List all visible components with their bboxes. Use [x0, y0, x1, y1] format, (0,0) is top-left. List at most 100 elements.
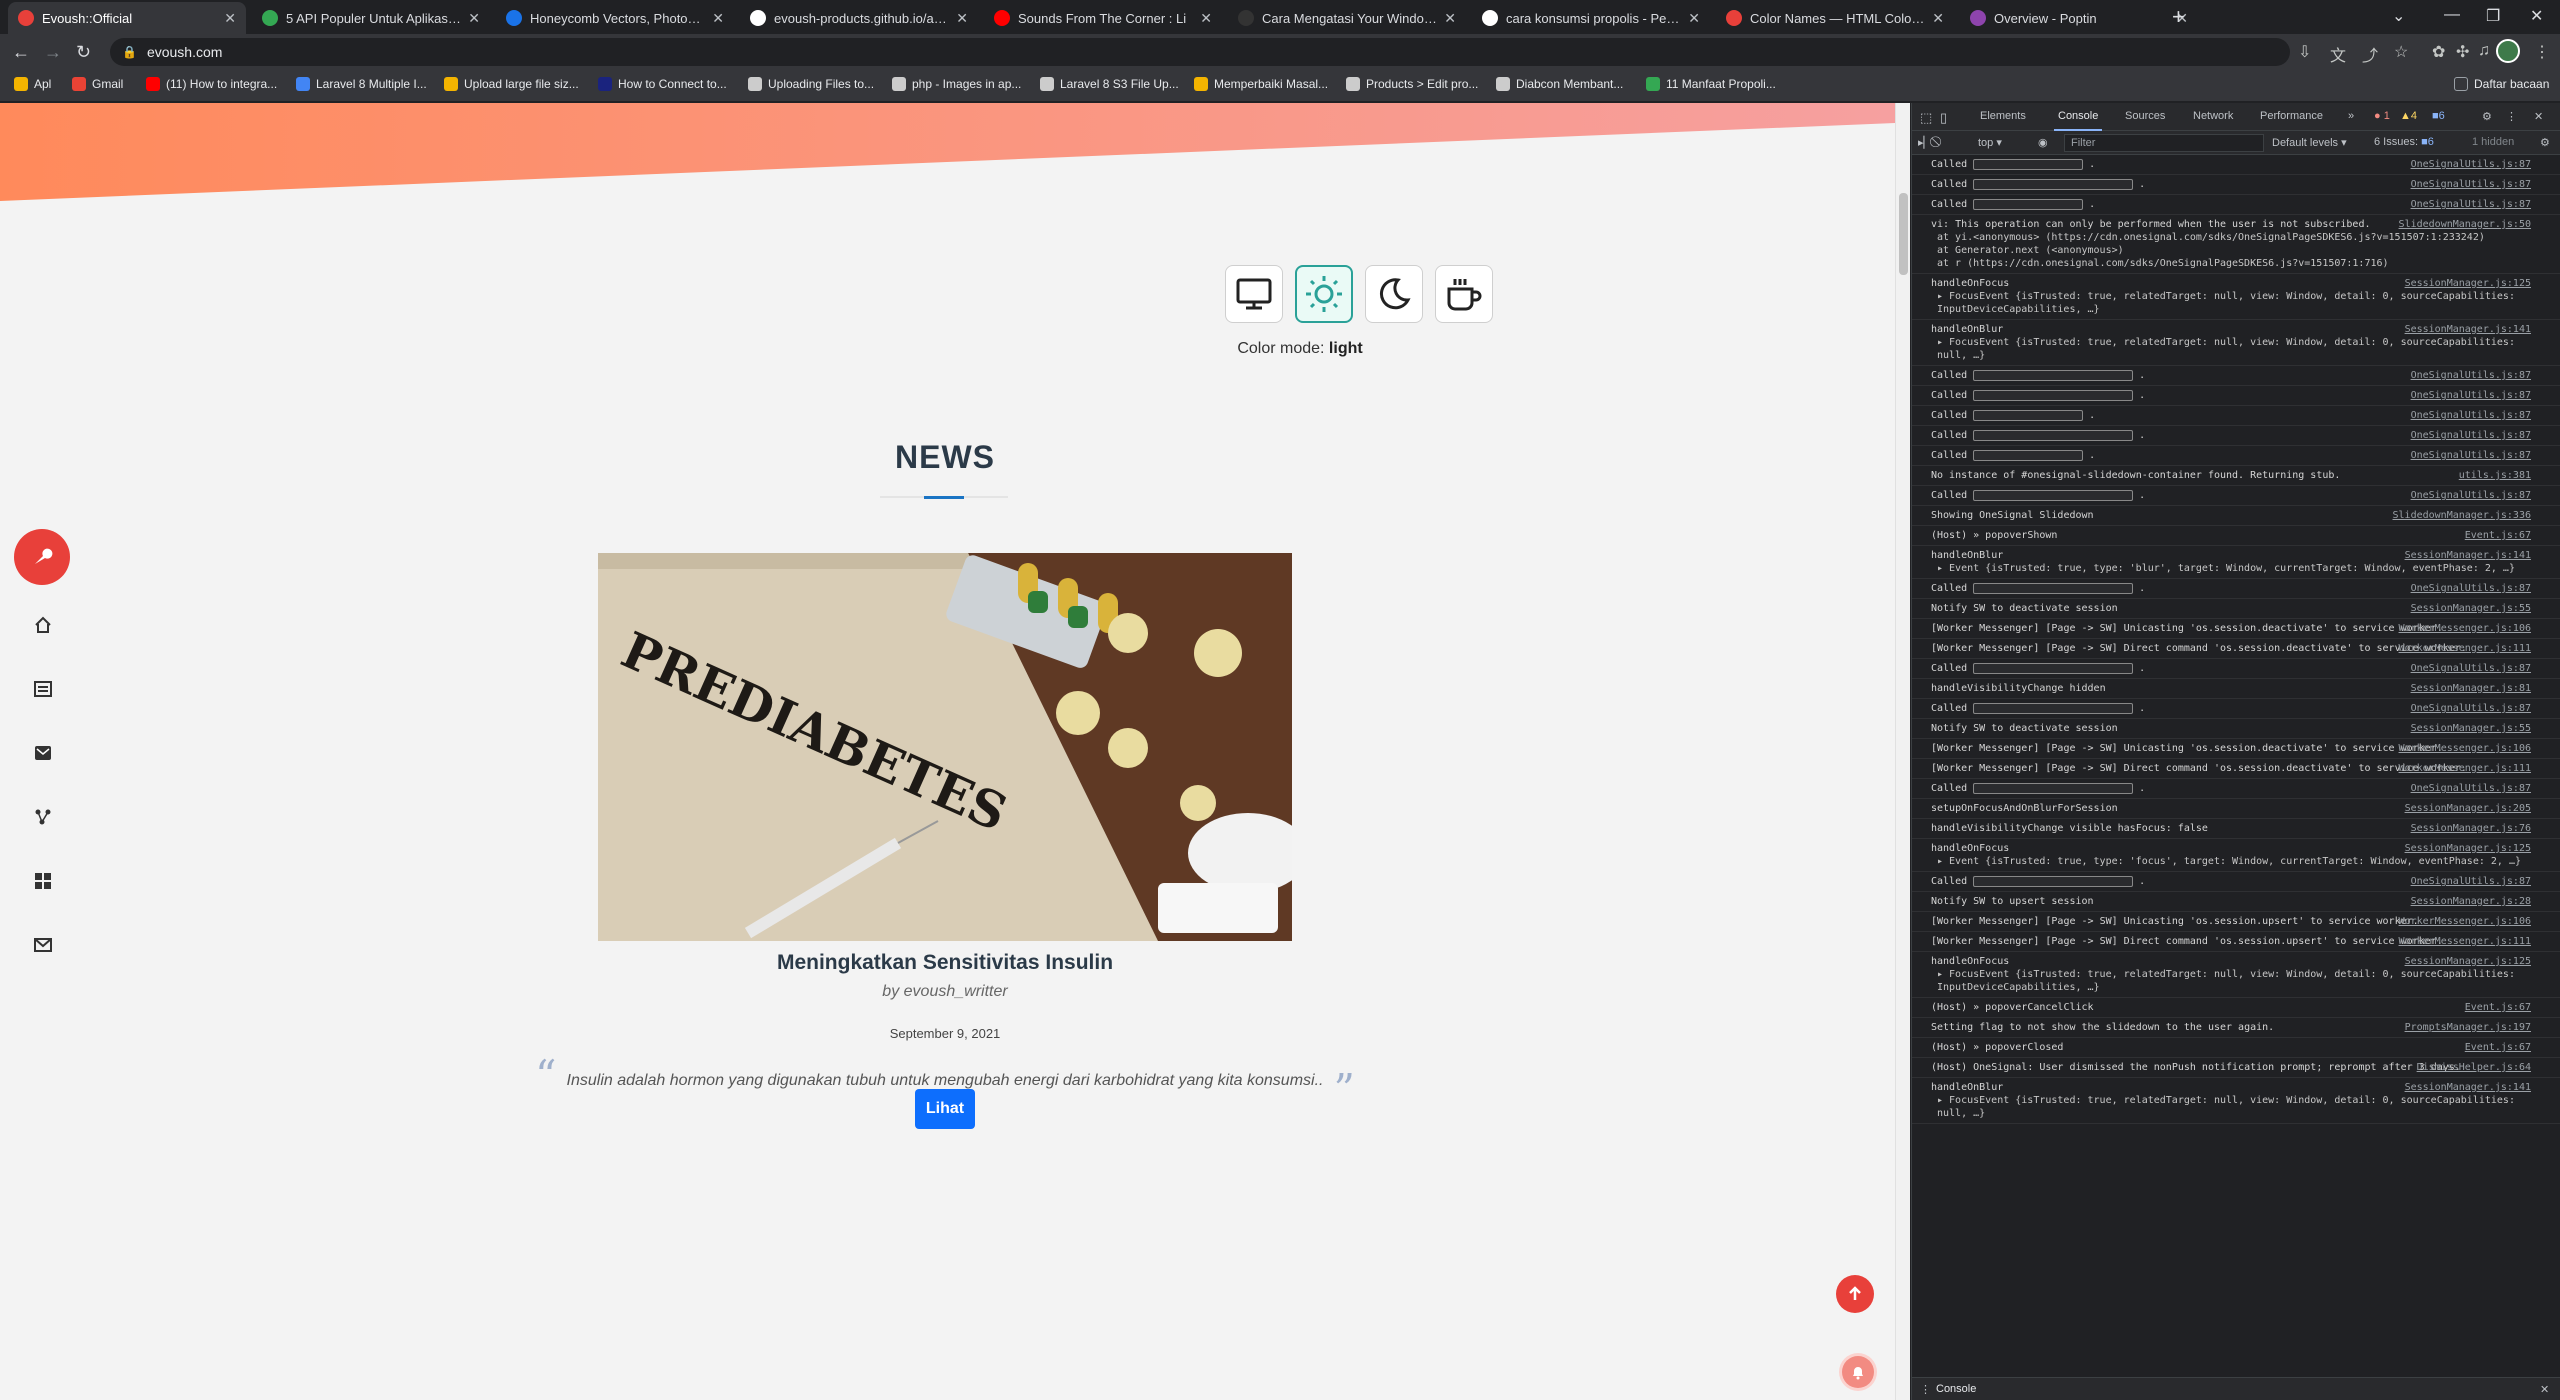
console-message[interactable]: Called . OneSignalUtils.js:87: [1912, 659, 2560, 679]
console-source-link[interactable]: SessionManager.js:205: [2405, 802, 2531, 815]
console-source-link[interactable]: PromptsManager.js:197: [2405, 1021, 2531, 1034]
reload-button[interactable]: ↻: [76, 42, 91, 63]
color-mode-system-button[interactable]: [1225, 265, 1283, 323]
color-mode-dark-button[interactable]: [1365, 265, 1423, 323]
console-message[interactable]: [Worker Messenger] [Page -> SW] Unicasti…: [1912, 912, 2560, 932]
view-post-button[interactable]: Lihat: [915, 1089, 975, 1129]
inspect-element-icon[interactable]: ⬚: [1920, 110, 1932, 126]
page-scrollbar[interactable]: [1895, 103, 1910, 1400]
console-message[interactable]: Called . OneSignalUtils.js:87: [1912, 699, 2560, 719]
back-button[interactable]: ←: [12, 42, 30, 63]
console-message-detail[interactable]: ▸ FocusEvent {isTrusted: true, relatedTa…: [1931, 336, 2527, 362]
bookmark-item[interactable]: 11 Manfaat Propoli...: [1646, 77, 1776, 91]
console-message[interactable]: (Host) » popoverClosed Event.js:67: [1912, 1038, 2560, 1058]
console-source-link[interactable]: SessionManager.js:55: [2411, 602, 2531, 615]
bookmark-item[interactable]: Memperbaiki Masal...: [1194, 77, 1328, 91]
console-source-link[interactable]: SessionManager.js:28: [2411, 895, 2531, 908]
console-source-link[interactable]: SessionManager.js:81: [2411, 682, 2531, 695]
browser-tab[interactable]: Honeycomb Vectors, Photos and ✕: [496, 2, 734, 34]
console-message[interactable]: (Host) » popoverShown Event.js:67: [1912, 526, 2560, 546]
console-source-link[interactable]: OneSignalUtils.js:87: [2411, 429, 2531, 442]
console-source-link[interactable]: OneSignalUtils.js:87: [2411, 409, 2531, 422]
console-message[interactable]: Called . OneSignalUtils.js:87: [1912, 779, 2560, 799]
console-message[interactable]: (Host) OneSignal: User dismissed the non…: [1912, 1058, 2560, 1078]
inbox-nav-icon[interactable]: [33, 743, 53, 763]
tools-fab-button[interactable]: [14, 529, 70, 585]
tab-close-icon[interactable]: ✕: [468, 10, 480, 27]
console-message[interactable]: setupOnFocusAndOnBlurForSession SessionMa…: [1912, 799, 2560, 819]
console-message[interactable]: handleOnFocus ▸ FocusEvent {isTrusted: tr…: [1912, 274, 2560, 320]
tab-close-icon[interactable]: ✕: [1932, 10, 1944, 27]
device-toggle-icon[interactable]: ▯: [1940, 110, 1947, 126]
console-source-link[interactable]: WorkerMessenger.js:106: [2399, 915, 2531, 928]
tab-close-icon[interactable]: ✕: [956, 10, 968, 27]
console-source-link[interactable]: SessionManager.js:125: [2405, 955, 2531, 968]
console-message[interactable]: Notify SW to upsert session SessionManage…: [1912, 892, 2560, 912]
drawer-menu-icon[interactable]: ⋮: [1920, 1383, 1931, 1396]
console-source-link[interactable]: SessionManager.js:76: [2411, 822, 2531, 835]
home-nav-icon[interactable]: [33, 615, 53, 635]
reading-list[interactable]: Daftar bacaan: [2454, 77, 2549, 91]
console-source-link[interactable]: SessionManager.js:141: [2405, 1081, 2531, 1094]
console-message[interactable]: handleOnFocus ▸ FocusEvent {isTrusted: tr…: [1912, 952, 2560, 998]
bookmark-item[interactable]: Diabcon Membant...: [1496, 77, 1623, 91]
console-message[interactable]: Notify SW to deactivate session SessionMa…: [1912, 599, 2560, 619]
warning-count-badge[interactable]: ▲4: [2400, 110, 2417, 122]
console-message[interactable]: (Host) » popoverCancelClick Event.js:67: [1912, 998, 2560, 1018]
console-message[interactable]: handleOnBlur ▸ FocusEvent {isTrusted: tru…: [1912, 1078, 2560, 1124]
mail-nav-icon[interactable]: [33, 935, 53, 955]
restore-button[interactable]: ❐: [2486, 6, 2500, 26]
console-message[interactable]: Called . OneSignalUtils.js:87: [1912, 579, 2560, 599]
tab-performance[interactable]: Performance: [2260, 110, 2323, 122]
browser-tab[interactable]: Cara Mengatasi Your Windows Li ✕: [1228, 2, 1466, 34]
bookmark-item[interactable]: Gmail: [72, 77, 123, 91]
console-message[interactable]: [Worker Messenger] [Page -> SW] Unicasti…: [1912, 739, 2560, 759]
console-message-detail[interactable]: ▸ FocusEvent {isTrusted: true, relatedTa…: [1931, 1094, 2527, 1120]
install-icon[interactable]: ⇩: [2298, 42, 2311, 62]
close-window-button[interactable]: ✕: [2530, 6, 2543, 26]
tab-elements[interactable]: Elements: [1980, 110, 2026, 122]
console-message-detail[interactable]: ▸ FocusEvent {isTrusted: true, relatedTa…: [1931, 290, 2527, 316]
console-message[interactable]: handleOnFocus ▸ Event {isTrusted: true, t…: [1912, 839, 2560, 872]
console-message[interactable]: Setting flag to not show the slidedown t…: [1912, 1018, 2560, 1038]
forward-button[interactable]: →: [44, 42, 62, 63]
console-source-link[interactable]: DismissHelper.js:64: [2417, 1061, 2531, 1074]
post-title[interactable]: Meningkatkan Sensitivitas Insulin: [700, 951, 1190, 975]
settings-gear-icon[interactable]: ⚙: [2482, 110, 2492, 123]
share-network-nav-icon[interactable]: [33, 807, 53, 827]
scroll-to-top-button[interactable]: [1836, 1275, 1874, 1313]
sidebar-toggle-icon[interactable]: ▸▏: [1918, 136, 1932, 149]
address-bar[interactable]: 🔒 evoush.com: [110, 38, 2290, 66]
bookmark-star-icon[interactable]: ☆: [2394, 42, 2408, 62]
context-selector[interactable]: top ▾: [1978, 136, 2002, 149]
news-nav-icon[interactable]: [33, 679, 53, 699]
tab-close-icon[interactable]: ✕: [1688, 10, 1700, 27]
browser-tab[interactable]: Overview - Poptin ✕: [1960, 2, 2198, 34]
console-source-link[interactable]: OneSignalUtils.js:87: [2411, 369, 2531, 382]
browser-tab[interactable]: Evoush::Official ✕: [8, 2, 246, 34]
tab-sources[interactable]: Sources: [2125, 110, 2165, 122]
browser-tab[interactable]: Color Names — HTML Color Cod ✕: [1716, 2, 1954, 34]
console-source-link[interactable]: SessionManager.js:125: [2405, 277, 2531, 290]
browser-tab[interactable]: evoush-products.github.io/assets ✕: [740, 2, 978, 34]
console-message[interactable]: Called . OneSignalUtils.js:87: [1912, 155, 2560, 175]
bookmark-item[interactable]: (11) How to integra...: [146, 77, 277, 91]
browser-tab[interactable]: Sounds From The Corner : Li ✕: [984, 2, 1222, 34]
console-message-detail[interactable]: ▸ FocusEvent {isTrusted: true, relatedTa…: [1931, 968, 2527, 994]
color-mode-coffee-button[interactable]: [1435, 265, 1493, 323]
share-icon[interactable]: ⤴: [2362, 42, 2378, 66]
console-message-detail[interactable]: ▸ Event {isTrusted: true, type: 'blur', …: [1931, 562, 2527, 575]
puzzle-extensions-icon[interactable]: ✣: [2456, 42, 2469, 62]
more-tabs-icon[interactable]: »: [2348, 110, 2354, 122]
drawer-close-icon[interactable]: ✕: [2540, 1383, 2549, 1396]
console-message[interactable]: No instance of #onesignal-slidedown-cont…: [1912, 466, 2560, 486]
console-message[interactable]: Called . OneSignalUtils.js:87: [1912, 426, 2560, 446]
console-source-link[interactable]: OneSignalUtils.js:87: [2411, 582, 2531, 595]
new-tab-button[interactable]: +: [2172, 4, 2185, 30]
error-count-badge[interactable]: ● 1: [2374, 110, 2390, 122]
tab-close-icon[interactable]: ✕: [1200, 10, 1212, 27]
console-source-link[interactable]: OneSignalUtils.js:87: [2411, 702, 2531, 715]
issues-button[interactable]: 6 Issues: ■6: [2374, 136, 2434, 148]
translate-icon[interactable]: 文: [2330, 42, 2346, 66]
tab-close-icon[interactable]: ✕: [1444, 10, 1456, 27]
